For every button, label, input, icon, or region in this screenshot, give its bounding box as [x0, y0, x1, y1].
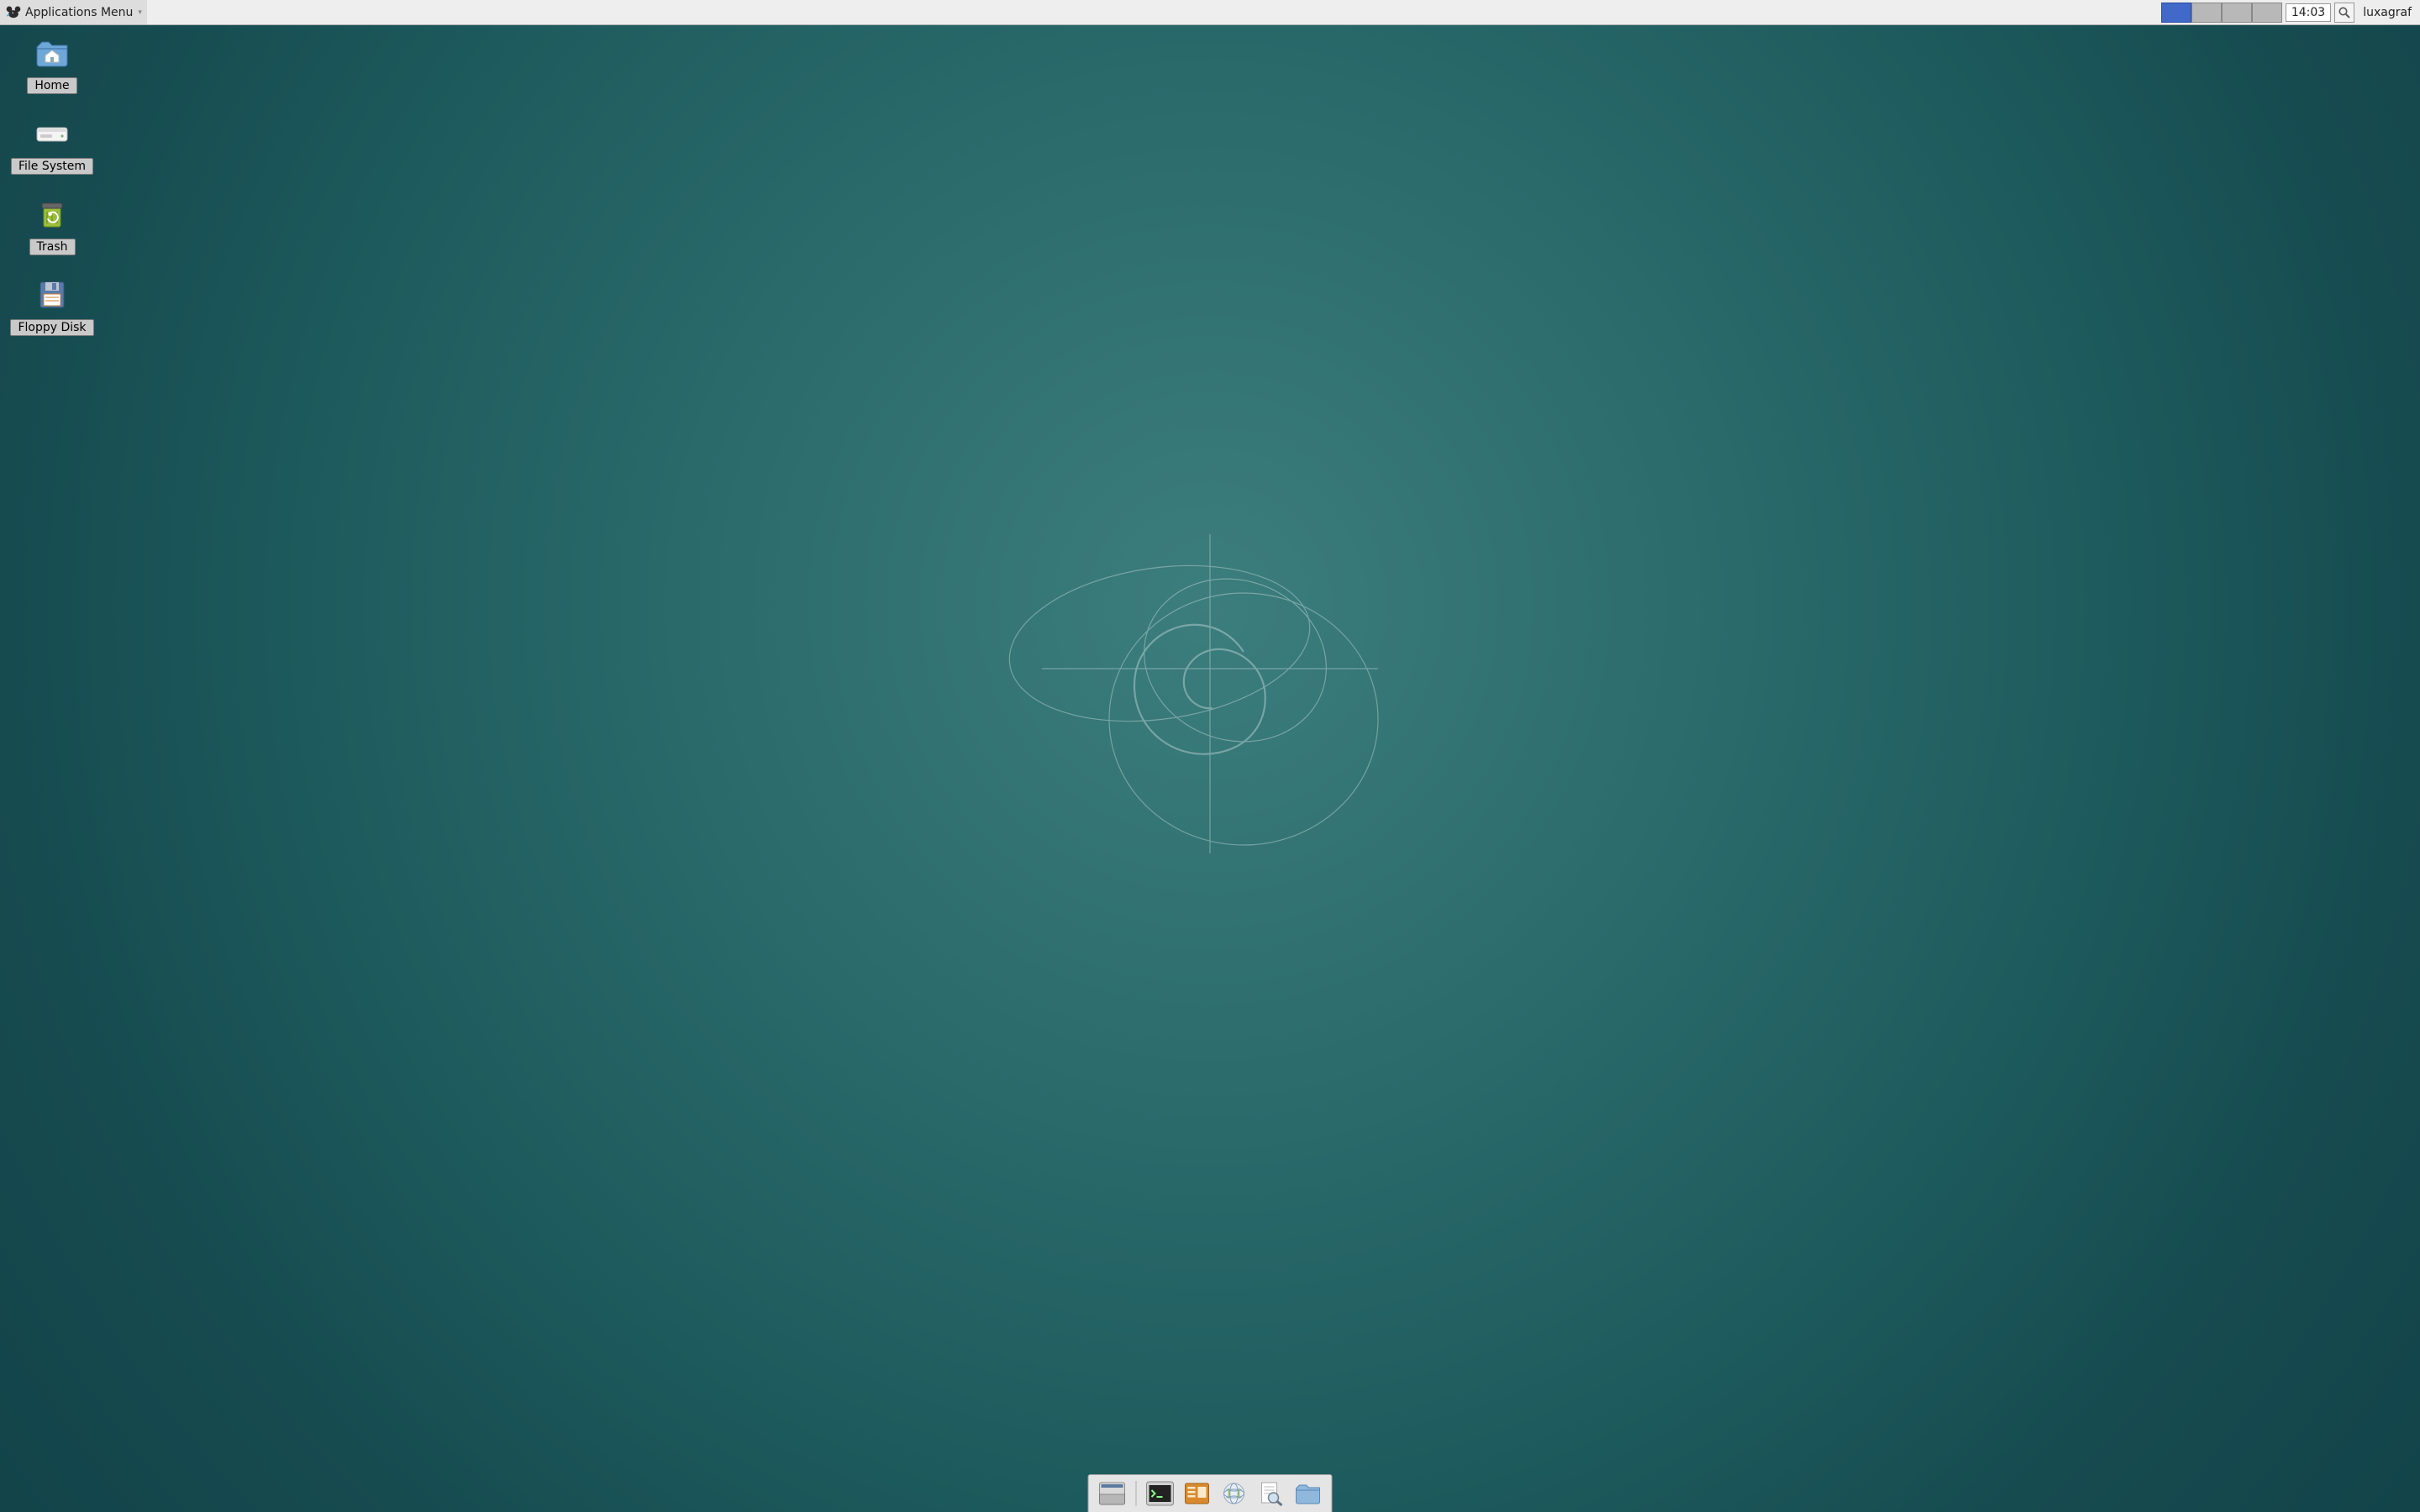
desktop-icon-label: Trash: [29, 239, 76, 255]
terminal-icon: [1146, 1481, 1175, 1506]
workspace-switcher[interactable]: [2161, 3, 2282, 23]
desktop-icons: Home File System Trash Floppy Disk: [10, 37, 94, 336]
file-manager-icon: [1183, 1481, 1212, 1506]
panel-clock[interactable]: 14:03: [2286, 3, 2331, 22]
desktop-icon-label: File System: [11, 158, 93, 175]
workspace-1[interactable]: [2161, 3, 2191, 23]
desktop-icon-home[interactable]: Home: [10, 37, 94, 94]
home-folder-icon: [34, 37, 71, 69]
desktop-icon-label: Floppy Disk: [10, 319, 93, 336]
chevron-down-icon: ▾: [138, 8, 142, 17]
tray-magnifier-button[interactable]: [2334, 3, 2354, 23]
applications-menu-label: Applications Menu: [25, 6, 133, 19]
desktop-icon-floppy[interactable]: Floppy Disk: [10, 279, 94, 336]
web-browser-icon: [1220, 1481, 1249, 1506]
document-find-icon: [1257, 1481, 1286, 1506]
panel-username[interactable]: luxagraf: [2363, 6, 2420, 19]
dock-separator: [1136, 1481, 1137, 1506]
bottom-dock: [1088, 1474, 1333, 1512]
applications-menu-button[interactable]: Applications Menu ▾: [0, 0, 147, 24]
dock-browser[interactable]: [1218, 1478, 1251, 1509]
show-desktop-icon: [1098, 1481, 1127, 1506]
top-panel: Applications Menu ▾ 14:03 luxagraf: [0, 0, 2420, 25]
xfce-mouse-icon: [5, 5, 22, 20]
workspace-3[interactable]: [2222, 3, 2252, 23]
trash-icon: [34, 198, 71, 230]
dock-folder[interactable]: [1292, 1478, 1325, 1509]
magnifier-icon: [2338, 6, 2351, 19]
desktop-icon-trash[interactable]: Trash: [10, 198, 94, 255]
dock-terminal[interactable]: [1144, 1478, 1177, 1509]
folder-icon: [1294, 1481, 1323, 1506]
workspace-2[interactable]: [2191, 3, 2222, 23]
wallpaper-swirl: [992, 509, 1428, 882]
drive-icon: [34, 118, 71, 150]
dock-show-desktop[interactable]: [1096, 1478, 1129, 1509]
dock-find[interactable]: [1255, 1478, 1288, 1509]
workspace-4[interactable]: [2252, 3, 2282, 23]
desktop-icon-filesystem[interactable]: File System: [10, 118, 94, 175]
floppy-icon: [34, 279, 71, 311]
dock-files[interactable]: [1181, 1478, 1214, 1509]
desktop-icon-label: Home: [27, 77, 76, 94]
